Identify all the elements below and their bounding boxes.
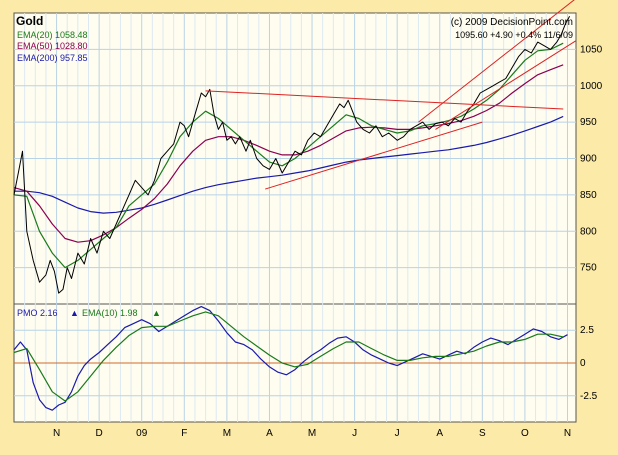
pmo-up-arrow: ▲ <box>70 308 79 318</box>
chart-root: 750 800 850 900 950 1000 1050 2.5 0 -2.5 N D 09 F M A… <box>0 0 618 450</box>
price-y-tick-label: 800 <box>580 226 597 237</box>
pmo-y-tick-label: -2.5 <box>580 391 598 402</box>
price-y-tick-label: 1050 <box>580 44 603 55</box>
x-tick-label: A <box>436 428 443 439</box>
pmo-y-tick-label: 2.5 <box>580 325 594 336</box>
x-tick-label: 09 <box>136 428 148 439</box>
pmo-ema-up-arrow: ▲ <box>152 308 161 318</box>
legend-pmo-ema: EMA(10) 1.98 <box>82 308 138 318</box>
legend-ema50: EMA(50) 1028.80 <box>17 41 88 51</box>
x-tick-label: F <box>181 428 187 439</box>
chart-title: Gold <box>16 14 43 28</box>
x-tick-label: J <box>395 428 400 439</box>
last-price-readout: 1095.60 +4.90 +0.4% 11/6/09 <box>455 30 573 40</box>
x-tick-label: O <box>521 428 529 439</box>
legend-ema20: EMA(20) 1058.48 <box>17 30 88 40</box>
price-y-tick-label: 750 <box>580 263 597 274</box>
x-tick-label: M <box>308 428 316 439</box>
x-tick-label: M <box>223 428 231 439</box>
x-tick-label: S <box>479 428 486 439</box>
price-y-tick-label: 850 <box>580 190 597 201</box>
x-tick-label: A <box>266 428 273 439</box>
price-y-tick-label: 900 <box>580 154 597 165</box>
x-tick-label: J <box>352 428 357 439</box>
chart-svg: 750 800 850 900 950 1000 1050 2.5 0 -2.5 N D 09 F M A… <box>0 0 618 450</box>
x-tick-label: N <box>564 428 571 439</box>
credit-text: (c) 2009 DecisionPoint.com <box>451 17 573 28</box>
x-tick-label: D <box>96 428 103 439</box>
legend-pmo: PMO 2.16 <box>17 308 58 318</box>
legend-ema200: EMA(200) 957.85 <box>17 53 88 63</box>
x-tick-label: N <box>53 428 60 439</box>
pmo-y-tick-label: 0 <box>580 358 586 369</box>
price-y-tick-label: 1000 <box>580 81 603 92</box>
price-y-tick-label: 950 <box>580 117 597 128</box>
